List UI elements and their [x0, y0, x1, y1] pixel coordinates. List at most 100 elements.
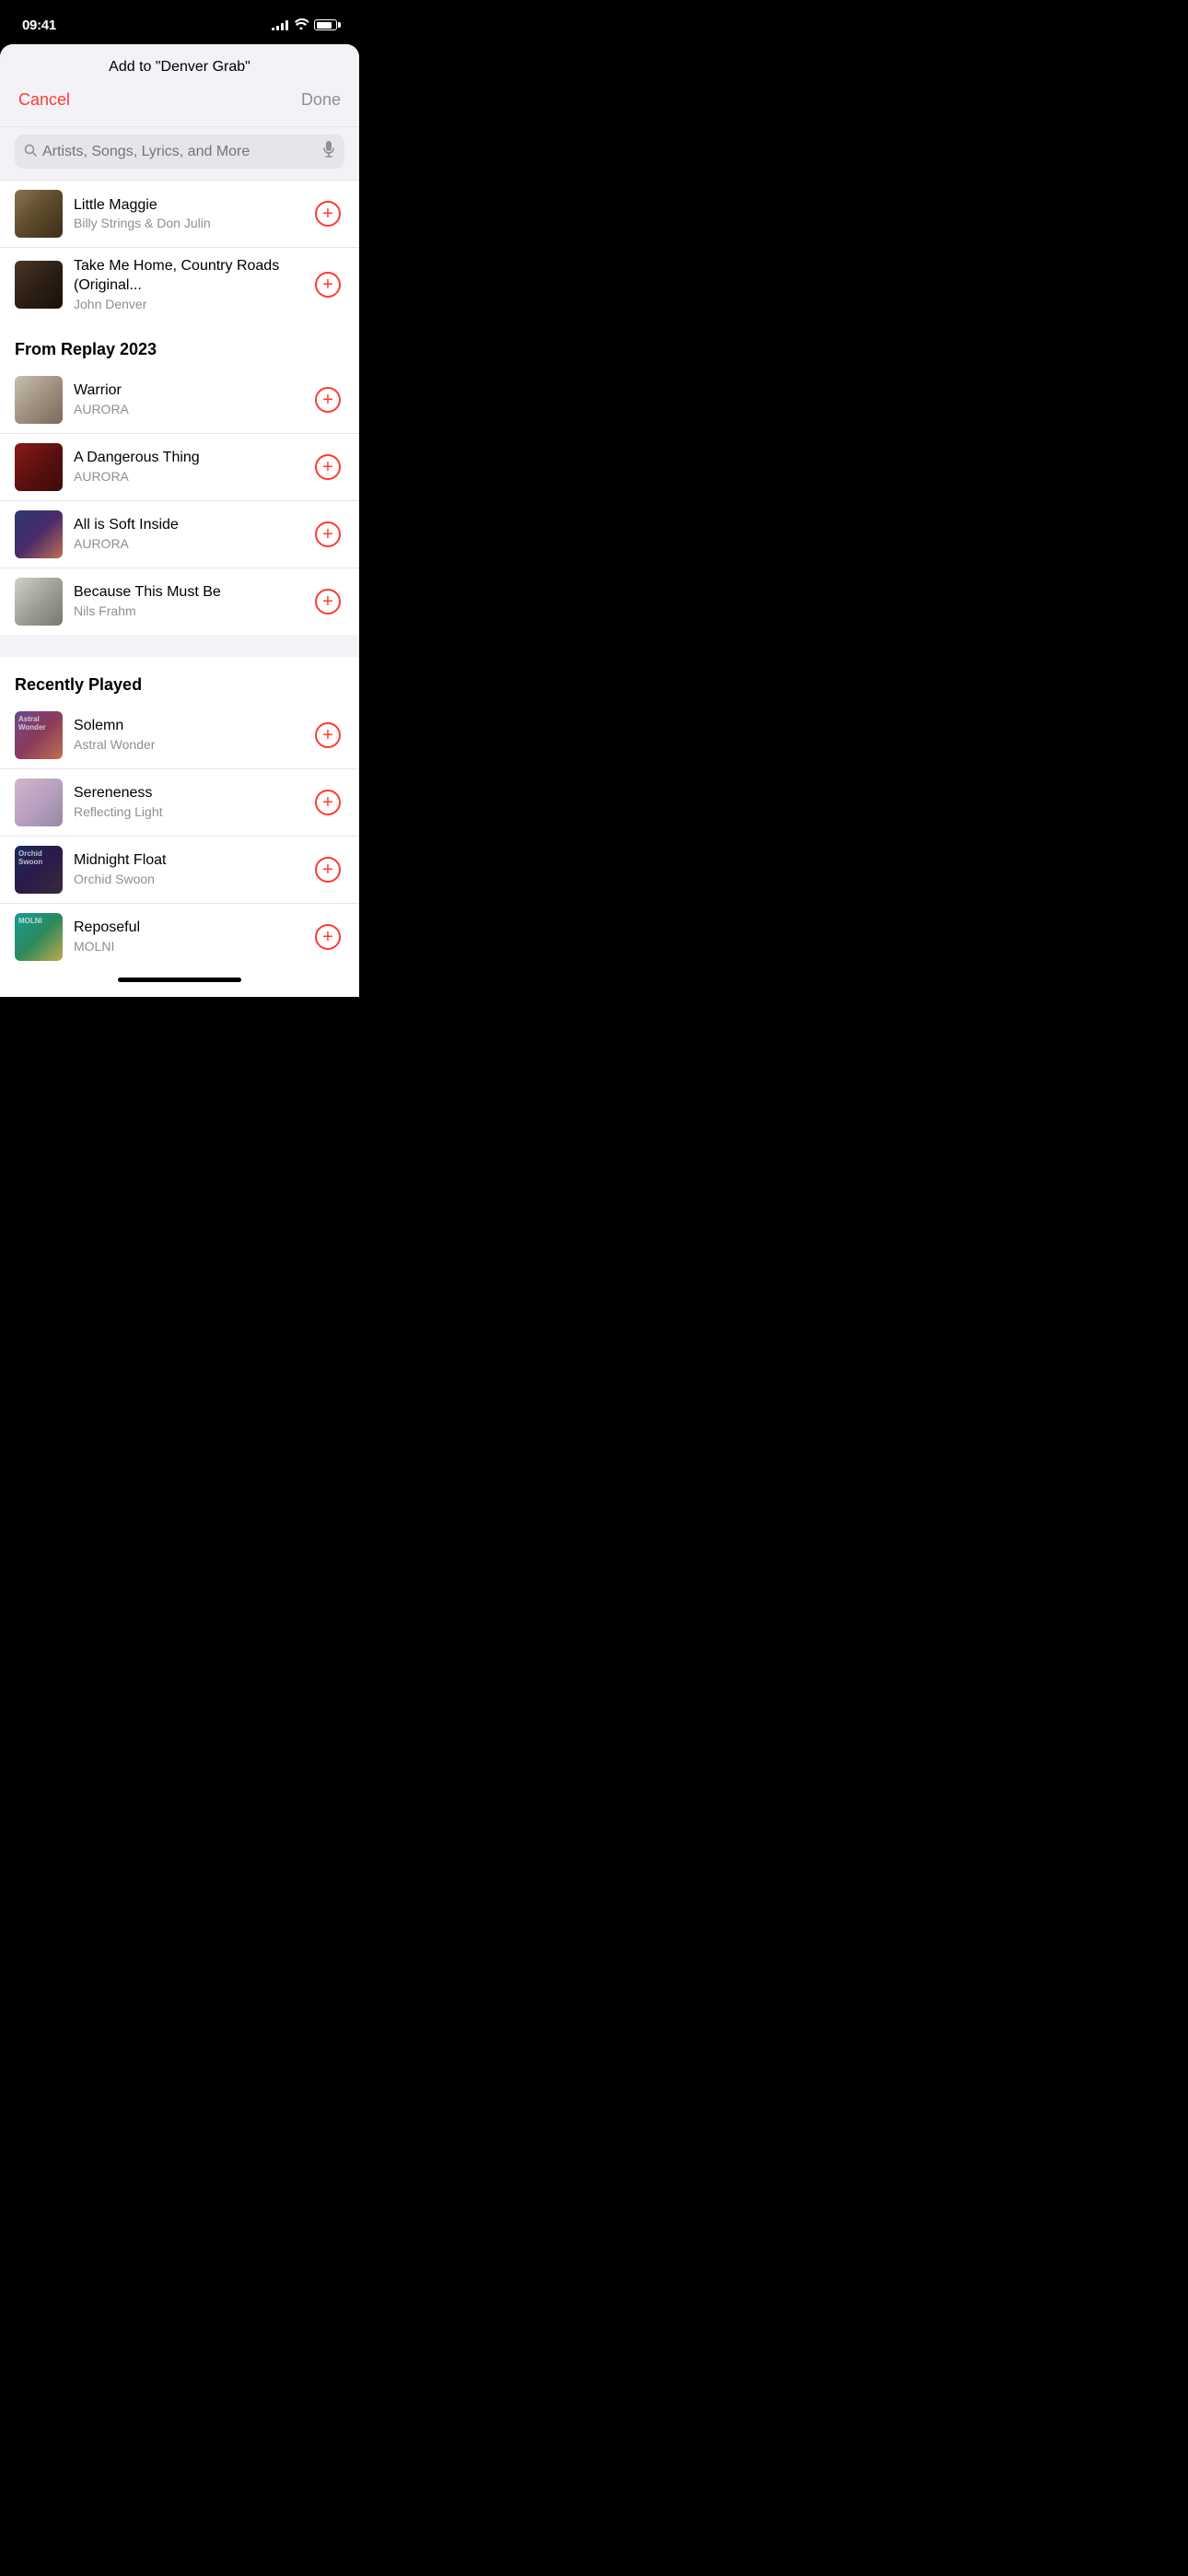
song-info-solemn: Solemn Astral Wonder: [74, 717, 300, 753]
album-art-reposeful: MOLNI: [15, 913, 63, 961]
signal-icon: [272, 19, 288, 30]
song-title-because-this-must-be: Because This Must Be: [74, 583, 300, 603]
search-icon: [24, 144, 37, 160]
add-button-solemn[interactable]: +: [311, 719, 344, 752]
section-title-replay-2023: From Replay 2023: [15, 340, 344, 359]
song-item-sereneness: Sereneness Reflecting Light +: [0, 769, 359, 837]
album-art-warrior: [15, 376, 63, 424]
mic-icon[interactable]: [322, 141, 335, 162]
song-info-because-this-must-be: Because This Must Be Nils Frahm: [74, 583, 300, 619]
album-art-dangerous-thing: [15, 443, 63, 491]
song-item-all-is-soft: All is Soft Inside AURORA +: [0, 501, 359, 568]
search-input[interactable]: [42, 144, 317, 160]
add-button-midnight-float[interactable]: +: [311, 853, 344, 886]
song-artist-dangerous-thing: AURORA: [74, 468, 300, 485]
song-artist-midnight-float: Orchid Swoon: [74, 871, 300, 887]
add-button-reposeful[interactable]: +: [311, 920, 344, 954]
song-title-take-me-home: Take Me Home, Country Roads (Original...: [74, 257, 300, 296]
song-item-warrior: Warrior AURORA +: [0, 367, 359, 434]
song-title-warrior: Warrior: [74, 381, 300, 401]
status-bar: 09:41: [0, 0, 359, 44]
song-item-take-me-home: Take Me Home, Country Roads (Original...…: [0, 248, 359, 322]
song-item-dangerous-thing: A Dangerous Thing AURORA +: [0, 434, 359, 501]
sheet-title-row: Add to "Denver Grab": [18, 55, 341, 90]
song-artist-solemn: Astral Wonder: [74, 736, 300, 753]
section-spacer-1: [0, 635, 359, 657]
song-item-solemn: Astral Wonder Solemn Astral Wonder +: [0, 702, 359, 769]
album-art-sereneness: [15, 779, 63, 826]
song-item-midnight-float: Orchid Swoon Midnight Float Orchid Swoon…: [0, 837, 359, 904]
song-list-replay-2023: Warrior AURORA + A Dangerous Thing AUROR…: [0, 367, 359, 635]
add-circle-reposeful: +: [315, 924, 341, 950]
add-button-sereneness[interactable]: +: [311, 786, 344, 819]
add-circle-solemn: +: [315, 722, 341, 748]
add-button-little-maggie[interactable]: +: [311, 197, 344, 230]
song-title-solemn: Solemn: [74, 717, 300, 736]
status-icons: [272, 18, 337, 32]
song-artist-all-is-soft: AURORA: [74, 535, 300, 552]
section-header-replay-2023: From Replay 2023: [0, 322, 359, 367]
song-artist-take-me-home: John Denver: [74, 296, 300, 312]
add-button-dangerous-thing[interactable]: +: [311, 451, 344, 484]
section-header-recently-played: Recently Played: [0, 657, 359, 702]
cancel-button[interactable]: Cancel: [18, 90, 70, 110]
search-container: [0, 127, 359, 181]
modal-sheet: Add to "Denver Grab" Cancel Done: [0, 44, 359, 997]
add-button-take-me-home[interactable]: +: [311, 268, 344, 301]
sheet-title: Add to "Denver Grab": [109, 59, 250, 75]
song-info-all-is-soft: All is Soft Inside AURORA: [74, 516, 300, 552]
song-title-midnight-float: Midnight Float: [74, 851, 300, 871]
song-artist-warrior: AURORA: [74, 401, 300, 417]
song-title-little-maggie: Little Maggie: [74, 196, 300, 216]
add-button-warrior[interactable]: +: [311, 383, 344, 416]
add-circle-dangerous-thing: +: [315, 454, 341, 480]
song-artist-little-maggie: Billy Strings & Don Julin: [74, 215, 300, 231]
song-item-little-maggie: Little Maggie Billy Strings & Don Julin …: [0, 181, 359, 248]
home-indicator: [0, 970, 359, 997]
add-button-because-this-must-be[interactable]: +: [311, 585, 344, 618]
add-circle-warrior: +: [315, 387, 341, 413]
wifi-icon: [294, 18, 309, 32]
song-info-dangerous-thing: A Dangerous Thing AURORA: [74, 449, 300, 485]
song-artist-because-this-must-be: Nils Frahm: [74, 603, 300, 619]
song-info-reposeful: Reposeful MOLNI: [74, 919, 300, 954]
song-artist-sereneness: Reflecting Light: [74, 803, 300, 820]
song-title-reposeful: Reposeful: [74, 919, 300, 938]
album-art-because-this-must-be: [15, 578, 63, 626]
song-info-little-maggie: Little Maggie Billy Strings & Don Julin: [74, 196, 300, 232]
song-artist-reposeful: MOLNI: [74, 938, 300, 954]
album-art-all-is-soft: [15, 510, 63, 558]
add-button-all-is-soft[interactable]: +: [311, 518, 344, 551]
song-info-midnight-float: Midnight Float Orchid Swoon: [74, 851, 300, 887]
song-title-dangerous-thing: A Dangerous Thing: [74, 449, 300, 468]
sheet-actions: Cancel Done: [18, 90, 341, 119]
sheet-header: Add to "Denver Grab" Cancel Done: [0, 44, 359, 127]
status-time: 09:41: [22, 18, 56, 33]
add-circle-midnight-float: +: [315, 857, 341, 883]
album-art-solemn: Astral Wonder: [15, 711, 63, 759]
section-title-recently-played: Recently Played: [15, 675, 344, 695]
song-title-sereneness: Sereneness: [74, 784, 300, 803]
add-circle-little-maggie: +: [315, 201, 341, 227]
search-bar[interactable]: [15, 135, 344, 169]
song-info-sereneness: Sereneness Reflecting Light: [74, 784, 300, 820]
section-recently-played: Recently Played Astral Wonder Solemn Ast…: [0, 657, 359, 970]
song-list-recently-played: Astral Wonder Solemn Astral Wonder + Ser…: [0, 702, 359, 970]
battery-icon: [314, 19, 337, 30]
sections-container: From Replay 2023 Warrior AURORA + A Dang…: [0, 322, 359, 970]
album-art-take-me-home: [15, 261, 63, 309]
song-item-because-this-must-be: Because This Must Be Nils Frahm +: [0, 568, 359, 635]
song-title-all-is-soft: All is Soft Inside: [74, 516, 300, 535]
song-info-warrior: Warrior AURORA: [74, 381, 300, 417]
done-button[interactable]: Done: [301, 90, 341, 110]
add-circle-sereneness: +: [315, 790, 341, 815]
album-art-midnight-float: Orchid Swoon: [15, 846, 63, 894]
album-art-little-maggie: [15, 190, 63, 238]
section-replay-2023: From Replay 2023 Warrior AURORA + A Dang…: [0, 322, 359, 635]
song-item-reposeful: MOLNI Reposeful MOLNI +: [0, 904, 359, 970]
add-circle-because-this-must-be: +: [315, 589, 341, 615]
top-songs-list: Little Maggie Billy Strings & Don Julin …: [0, 181, 359, 322]
song-info-take-me-home: Take Me Home, Country Roads (Original...…: [74, 257, 300, 312]
home-bar: [118, 978, 241, 982]
add-circle-all-is-soft: +: [315, 521, 341, 547]
